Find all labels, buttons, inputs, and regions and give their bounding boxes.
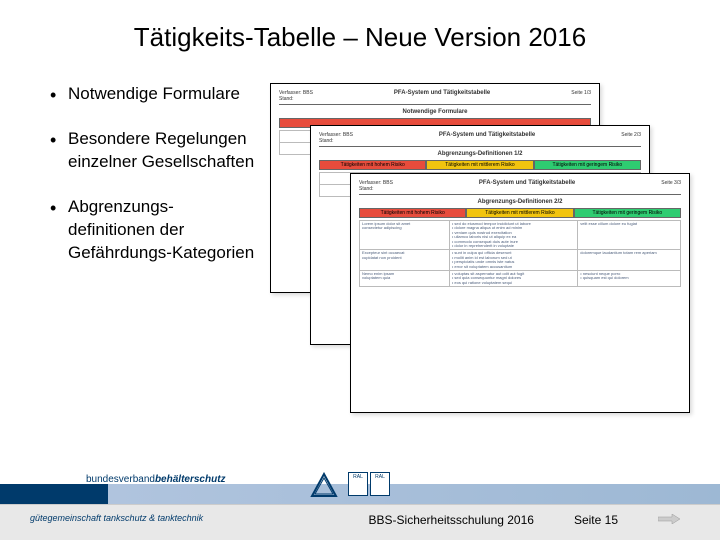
risk-low-cell: Tätigkeiten mit geringem Risiko [534,160,641,170]
ral-badge: RAL [370,472,390,496]
footer-course: BBS-Sicherheitsschulung 2016 [369,513,534,527]
footer-main: gütegemeinschaft tankschutz & tanktechni… [0,504,720,540]
risk-low-cell: Tätigkeiten mit geringem Risiko [574,208,681,218]
doc-page: Seite 1/3 [571,90,591,102]
doc-field: Stand [359,186,372,192]
doc-page: Seite 3/3 [661,180,681,192]
slide-title: Tätigkeits-Tabelle – Neue Version 2016 [0,0,720,53]
risk-high-cell: Tätigkeiten mit hohem Risiko [319,160,426,170]
bullet-item: Abgrenzungs-definitionen der Gefährdungs… [50,196,260,265]
ral-badge: RAL [348,472,368,496]
bullet-list: Notwendige Formulare Besondere Regelunge… [50,83,260,413]
org-logo: bundesverbandbehälterschutz [86,474,226,485]
doc-title: PFA-System und Tätigkeitstabelle [394,90,490,102]
ral-badges: RAL RAL [348,472,390,496]
risk-high-cell: Tätigkeiten mit hohem Risiko [359,208,466,218]
bullet-item: Notwendige Formulare [50,83,260,106]
risk-mid-cell: Tätigkeiten mit mittlerem Risiko [466,208,573,218]
org-name: behälterschutz [155,474,226,485]
org-subtitle: gütegemeinschaft tankschutz & tanktechni… [30,513,203,523]
document-thumbnail-3: Verfasser: BBSStand: PFA-System und Täti… [350,173,690,413]
doc-subtitle: Notwendige Formulare [279,109,591,115]
doc-field: Stand [279,96,292,102]
doc-title: PFA-System und Tätigkeitstabelle [479,180,575,192]
doc-page: Seite 2/3 [621,132,641,144]
slide-footer: bundesverbandbehälterschutz RAL RAL güte… [0,484,720,540]
next-arrow-icon[interactable] [658,513,680,527]
risk-mid-cell: Tätigkeiten mit mittlerem Risiko [426,160,533,170]
bullet-item: Besondere Regelungen einzelner Gesellsch… [50,128,260,174]
footer-divider: bundesverbandbehälterschutz RAL RAL [0,484,720,504]
footer-page-number: Seite 15 [574,513,618,527]
org-prefix: bundesverband [86,474,155,485]
doc-subtitle: Abgrenzungs-Definitionen 1/2 [319,151,641,157]
document-stack: Verfasser: BBSStand: PFA-System und Täti… [270,83,690,413]
content-area: Notwendige Formulare Besondere Regelunge… [0,53,720,413]
doc-subtitle: Abgrenzungs-Definitionen 2/2 [359,199,681,205]
doc-title: PFA-System und Tätigkeitstabelle [439,132,535,144]
doc-field: Stand [319,138,332,144]
